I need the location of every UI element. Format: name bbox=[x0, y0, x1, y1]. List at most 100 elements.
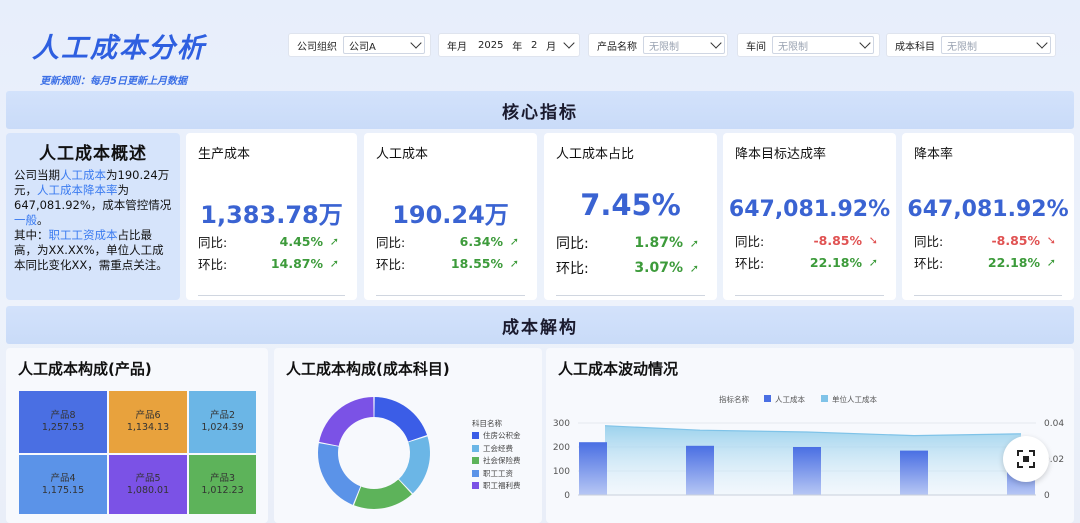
filter-org: 公司组织 公司A bbox=[288, 33, 431, 57]
treemap-cell[interactable]: 产品6 1,134.13 bbox=[109, 391, 187, 453]
overview-highlight: 人工成本降本率 bbox=[37, 183, 118, 197]
legend-swatch bbox=[821, 395, 828, 402]
overview-highlight: 人工成本 bbox=[60, 168, 106, 182]
legend-title: 指标名称 bbox=[719, 394, 749, 404]
overview-paragraph-1: 公司当期人工成本为190.24万元，人工成本降本率为647,081.92%，成本… bbox=[14, 168, 172, 228]
legend-item[interactable]: 社会保险费 bbox=[472, 455, 521, 468]
treemap-cell-value: 1,257.53 bbox=[41, 422, 85, 433]
month-unit: 月 bbox=[546, 41, 557, 53]
mom-label: 环比: bbox=[914, 256, 944, 271]
yoy-label: 同比: bbox=[376, 235, 406, 250]
kpi-yoy: 同比: 6.34% ➚ bbox=[376, 232, 525, 251]
treemap-cell[interactable]: 产品2 1,024.39 bbox=[189, 391, 256, 453]
subject-select[interactable]: 无限制 bbox=[941, 36, 1051, 54]
kpi-mom: 环比: 3.07% ➚ bbox=[556, 258, 705, 278]
overview-paragraph-2: 其中：职工工资成本占比最高，为XX.XX%，单位人工成本同比变化XX，需重点关注… bbox=[14, 228, 172, 273]
chevron-down-icon bbox=[710, 37, 722, 49]
product-select[interactable]: 无限制 bbox=[643, 36, 725, 54]
legend-swatch bbox=[764, 395, 771, 402]
year-value: 2025 bbox=[478, 39, 504, 51]
treemap-cell-name: 产品6 bbox=[135, 410, 161, 421]
filter-subject-label: 成本科目 bbox=[895, 41, 935, 53]
page-title: 人工成本分析 bbox=[32, 33, 206, 64]
kpi-name: 降本目标达成率 bbox=[735, 147, 827, 162]
donut-slice[interactable] bbox=[398, 436, 430, 494]
filter-product: 产品名称 无限制 bbox=[588, 33, 728, 57]
legend-item[interactable]: 职工工资 bbox=[472, 467, 521, 480]
kpi-value: 7.45% bbox=[580, 188, 681, 222]
arrow-up-icon: ➚ bbox=[1046, 256, 1056, 269]
filter-workshop-label: 车间 bbox=[746, 41, 766, 53]
yoy-label: 同比: bbox=[914, 234, 944, 249]
arrow-up-icon: ➚ bbox=[689, 261, 699, 275]
month-select[interactable]: 2025 年 2 月 bbox=[473, 36, 577, 54]
month-value: 2 bbox=[531, 39, 538, 51]
workshop-select[interactable]: 无限制 bbox=[772, 36, 874, 54]
treemap-cell[interactable]: 产品3 1,012.23 bbox=[189, 455, 256, 514]
legend-label: 人工成本 bbox=[775, 394, 805, 404]
treemap-cell[interactable]: 产品8 1,257.53 bbox=[19, 391, 107, 453]
legend-item[interactable]: 职工福利费 bbox=[472, 480, 521, 493]
treemap-cell-name: 产品4 bbox=[50, 472, 76, 484]
header: 人工成本分析 更新规则：每月5日更新上月数据 公司组织 公司A 年 月 2025 … bbox=[0, 0, 1080, 90]
overview-card: 人工成本概述 公司当期人工成本为190.24万元，人工成本降本率为647,081… bbox=[6, 133, 180, 300]
subject-select-placeholder: 无限制 bbox=[947, 41, 977, 53]
y-tick-label: 100 bbox=[553, 467, 570, 477]
year-unit: 年 bbox=[512, 41, 523, 53]
overview-highlight: 职工工资成本 bbox=[48, 228, 118, 242]
kpi-name: 人工成本占比 bbox=[556, 147, 635, 162]
legend-swatch bbox=[472, 482, 479, 490]
legend-item[interactable]: 住房公积金 bbox=[472, 430, 521, 443]
treemap-cell-value: 1,012.23 bbox=[201, 484, 244, 496]
y-tick-label: 200 bbox=[553, 443, 570, 453]
section-structure-header: 成本解构 bbox=[6, 306, 1074, 344]
y-tick-label: 300 bbox=[553, 419, 570, 429]
legend-item[interactable]: 工会经费 bbox=[472, 442, 521, 455]
donut-slice[interactable] bbox=[319, 397, 374, 446]
bar[interactable] bbox=[793, 447, 821, 495]
mom-label: 环比: bbox=[198, 257, 228, 272]
bar[interactable] bbox=[900, 450, 928, 495]
treemap-chart: 产品8 1,257.53 产品6 1,134.13 产品2 1,024.39 产品4 1,17… bbox=[18, 390, 257, 515]
arrow-up-icon: ➚ bbox=[329, 257, 339, 270]
y2-tick-label: 0 bbox=[1044, 491, 1050, 501]
arrow-up-icon: ➚ bbox=[329, 235, 339, 248]
kpi-card-production-cost: 生产成本 1,383.78万 同比: 4.45% ➚ 环比: 14.87% ➚ bbox=[186, 133, 357, 300]
treemap-cell[interactable]: 产品5 1,080.01 bbox=[109, 455, 187, 514]
update-rule-note: 更新规则：每月5日更新上月数据 bbox=[40, 76, 187, 87]
y2-tick-label: 0.04 bbox=[1044, 419, 1064, 429]
donut-slice[interactable] bbox=[318, 443, 361, 505]
fullscreen-button[interactable] bbox=[1003, 436, 1049, 482]
legend-label: 职工福利费 bbox=[483, 481, 521, 491]
overview-text: 公司当期 bbox=[14, 168, 60, 182]
donut-slice[interactable] bbox=[374, 397, 428, 442]
legend-title: 科目名称 bbox=[472, 418, 502, 428]
arrow-up-icon: ➚ bbox=[868, 256, 878, 269]
divider bbox=[914, 295, 1062, 296]
divider bbox=[556, 295, 705, 296]
kpi-value: 647,081.92% bbox=[907, 197, 1069, 222]
kpi-yoy: 同比: 1.87% ➚ bbox=[556, 233, 705, 253]
kpi-name: 生产成本 bbox=[198, 147, 251, 162]
bar[interactable] bbox=[686, 445, 714, 495]
legend-swatch bbox=[472, 457, 479, 465]
overview-text: 。 bbox=[37, 213, 49, 227]
org-select[interactable]: 公司A bbox=[343, 36, 425, 54]
legend-swatch bbox=[472, 444, 479, 452]
donut-slice[interactable] bbox=[354, 479, 412, 509]
treemap-cell-value: 1,080.01 bbox=[126, 484, 170, 496]
bar[interactable] bbox=[579, 442, 607, 495]
overview-title: 人工成本概述 bbox=[39, 144, 147, 164]
arrow-up-icon: ➚ bbox=[689, 236, 699, 250]
kpi-mom: 环比: 22.18% ➚ bbox=[914, 253, 1062, 272]
kpi-mom: 环比: 14.87% ➚ bbox=[198, 254, 345, 273]
kpi-card-labor-ratio: 人工成本占比 7.45% 同比: 1.87% ➚ 环比: 3.07% ➚ bbox=[544, 133, 717, 300]
divider bbox=[198, 295, 345, 296]
treemap-cell-value: 1,024.39 bbox=[201, 422, 244, 433]
treemap-cell-name: 产品5 bbox=[135, 472, 161, 484]
chevron-down-icon bbox=[410, 37, 422, 49]
kpi-value: 647,081.92% bbox=[728, 197, 891, 222]
chevron-down-icon bbox=[1036, 37, 1048, 49]
trend-chart: 指标名称 人工成本 单位人工成本010020030000.020.04 bbox=[553, 394, 1065, 501]
treemap-cell[interactable]: 产品4 1,175.15 bbox=[19, 455, 107, 514]
